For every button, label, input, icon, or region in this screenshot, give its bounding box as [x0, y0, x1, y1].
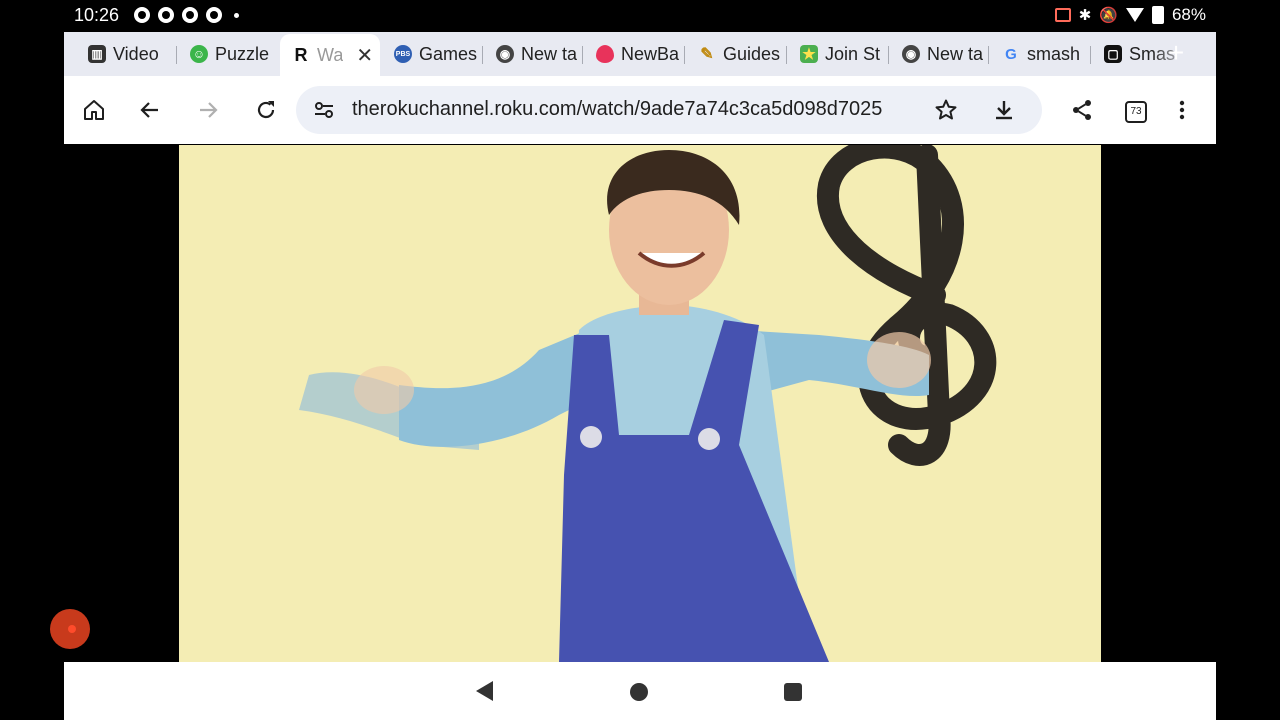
smash-favicon-icon: ▢	[1104, 45, 1122, 63]
chrome-notification-icon	[158, 7, 174, 23]
tab-puzzle[interactable]: ☺ Puzzle	[178, 36, 278, 72]
video-scene-image	[179, 145, 1101, 662]
battery-icon	[1151, 6, 1164, 24]
address-bar[interactable]: therokuchannel.roku.com/watch/9ade7a74c3…	[296, 86, 1042, 134]
tab-strip: ▥ Video ☺ Puzzle R Wa ✕ PBS Games ◉ New …	[64, 32, 1216, 76]
status-bar: 10:26 ✱ 🔕 68%	[0, 0, 1280, 32]
star-icon[interactable]	[932, 96, 960, 124]
home-icon[interactable]	[80, 96, 108, 124]
system-navigation-bar	[64, 662, 1216, 720]
tab-newba[interactable]: NewBa	[584, 36, 682, 72]
tab-guides[interactable]: ✎ Guides	[686, 36, 784, 72]
cast-icon	[1054, 8, 1071, 22]
nav-recents-icon[interactable]	[784, 683, 802, 701]
wifi-icon	[1125, 8, 1144, 22]
fire-favicon-icon	[596, 45, 614, 63]
chrome-favicon-icon: ◉	[496, 45, 514, 63]
tab-join[interactable]: ★ Join St	[788, 36, 886, 72]
battery-percent: 68%	[1171, 5, 1206, 24]
share-icon[interactable]	[1068, 96, 1096, 124]
chrome-favicon-icon: ◉	[902, 45, 920, 63]
google-favicon-icon: G	[1005, 45, 1017, 63]
more-notifications-dot	[234, 13, 239, 18]
pbs-favicon-icon: PBS	[394, 45, 412, 63]
more-vert-icon[interactable]	[1168, 96, 1196, 124]
reload-icon[interactable]	[252, 96, 280, 124]
download-icon[interactable]	[990, 96, 1018, 124]
tab-switcher-button[interactable]: 73	[1125, 101, 1147, 123]
chrome-notification-icon	[206, 7, 222, 23]
guides-favicon-icon: ✎	[700, 46, 714, 63]
chrome-notification-icon	[134, 7, 150, 23]
tab-new-tab[interactable]: ◉ New ta	[484, 36, 580, 72]
tab-games[interactable]: PBS Games	[382, 36, 478, 72]
bluetooth-icon: ✱	[1078, 7, 1092, 24]
roku-favicon-icon: R	[294, 44, 308, 65]
tab-video[interactable]: ▥ Video	[76, 36, 174, 72]
browser-toolbar: therokuchannel.roku.com/watch/9ade7a74c3…	[64, 76, 1216, 144]
nav-back-icon[interactable]	[476, 681, 493, 701]
close-tab-icon[interactable]: ✕	[356, 43, 373, 68]
tab-new-tab-2[interactable]: ◉ New ta	[890, 36, 986, 72]
back-icon[interactable]	[136, 96, 164, 124]
puzzle-favicon-icon: ☺	[190, 45, 208, 63]
video-favicon-icon: ▥	[88, 45, 106, 63]
system-indicators: ✱ 🔕 68%	[1054, 5, 1206, 25]
video-player[interactable]	[50, 144, 1216, 662]
chrome-notification-icon	[182, 7, 198, 23]
url-text[interactable]: therokuchannel.roku.com/watch/9ade7a74c3…	[352, 98, 882, 121]
notification-icons	[134, 7, 239, 23]
do-not-disturb-icon: 🔕	[1099, 7, 1118, 24]
floating-bubble-button[interactable]	[50, 609, 90, 649]
nav-home-icon[interactable]	[630, 683, 648, 701]
star-favicon-icon: ★	[800, 45, 818, 63]
tune-icon[interactable]	[310, 96, 338, 124]
tab-smash-search[interactable]: G smash	[990, 36, 1088, 72]
video-frame[interactable]	[179, 145, 1101, 662]
new-tab-plus-icon[interactable]: +	[1162, 39, 1190, 68]
forward-icon[interactable]	[194, 96, 222, 124]
tab-roku-active[interactable]: R Wa ✕	[280, 34, 380, 76]
status-time: 10:26	[74, 5, 120, 25]
